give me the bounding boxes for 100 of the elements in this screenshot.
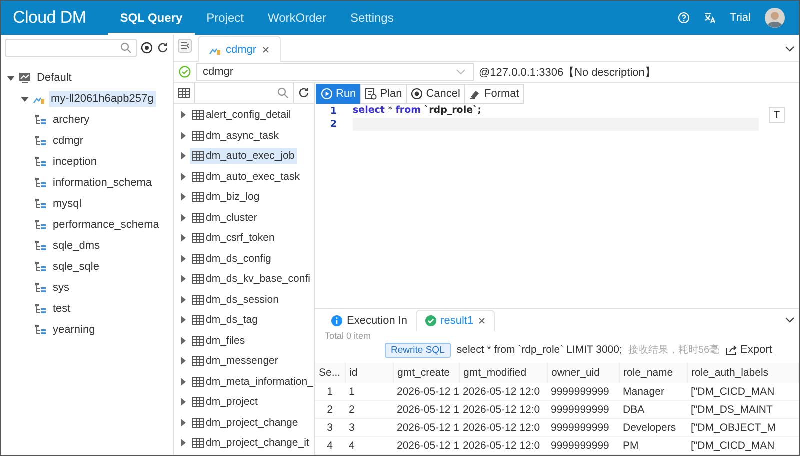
tree-item[interactable]: inception [51, 154, 100, 170]
table-item[interactable]: dm_auto_exec_job [190, 148, 297, 164]
column-header[interactable]: id [345, 363, 393, 383]
caret-right-icon[interactable] [179, 111, 187, 120]
text-button[interactable]: T [769, 107, 785, 123]
table-cell: 2026-05-12 12:0 [459, 400, 547, 418]
collapse-panel-icon[interactable] [178, 39, 192, 53]
tree-item[interactable]: archery [51, 112, 92, 128]
caret-right-icon[interactable] [179, 172, 187, 181]
plan-button[interactable]: Plan [360, 84, 408, 104]
table-item[interactable]: dm_cluster [190, 210, 260, 226]
table-item[interactable]: dm_async_task [190, 128, 281, 144]
caret-down-icon[interactable] [7, 74, 15, 82]
table-cell: 9999999999 [547, 383, 619, 400]
caret-right-icon[interactable] [179, 398, 187, 406]
table-item[interactable]: dm_project_change [190, 414, 300, 431]
table-item[interactable]: alert_config_detail [190, 107, 294, 124]
tree-item[interactable]: cdmgr [51, 132, 86, 148]
table-cell: 2026-05-12 1 [393, 400, 459, 418]
tree-item[interactable]: test [51, 300, 73, 316]
tree-item[interactable]: my-ll2061h6apb257g [49, 90, 156, 106]
table-item[interactable]: dm_biz_log [190, 189, 262, 206]
check-circle-icon [179, 66, 191, 78]
tree-item[interactable]: sqle_dms [51, 238, 102, 254]
table-item[interactable]: dm_ds_session [190, 292, 281, 308]
search-icon [277, 87, 289, 99]
table-icon [192, 314, 204, 326]
connection-address: @127.0.0.1:3306【No description】 [479, 66, 656, 80]
caret-right-icon[interactable] [179, 378, 187, 386]
format-button[interactable]: Format [464, 84, 524, 104]
chevron-down-icon[interactable] [785, 315, 795, 325]
caret-right-icon[interactable] [179, 357, 187, 366]
chevron-down-icon[interactable] [785, 44, 795, 54]
cancel-button[interactable]: Cancel [406, 84, 466, 104]
column-header[interactable]: gmt_modified [459, 363, 547, 383]
table-item[interactable]: dm_csrf_token [190, 230, 277, 246]
rewrite-sql-button[interactable]: Rewrite SQL [385, 342, 451, 358]
help-icon[interactable] [678, 12, 690, 24]
table-cell: 3 [345, 418, 393, 436]
table-item[interactable]: dm_ds_tag [190, 312, 260, 328]
table-item[interactable]: dm_project [190, 394, 260, 410]
translate-icon[interactable] [704, 12, 716, 24]
user-label[interactable]: Trial [730, 12, 751, 24]
search-field[interactable] [5, 39, 137, 57]
caret-down-icon[interactable] [21, 94, 29, 102]
caret-right-icon[interactable] [179, 336, 187, 345]
run-button[interactable]: Run [316, 84, 362, 104]
database-select[interactable]: cdmgr [196, 63, 474, 81]
tree-item[interactable]: yearning [51, 322, 98, 338]
table-item[interactable]: dm_ds_kv_base_confi [190, 271, 312, 288]
caret-right-icon[interactable] [179, 439, 187, 448]
caret-right-icon[interactable] [179, 132, 187, 140]
plan-icon [365, 88, 378, 100]
info-icon [331, 315, 343, 327]
export-button[interactable]: Export [726, 344, 772, 356]
table-item[interactable]: dm_meta_information_ [190, 374, 314, 390]
caret-right-icon[interactable] [179, 296, 187, 304]
column-header[interactable]: owner_uid [547, 363, 619, 383]
tree-item[interactable]: Default [35, 70, 74, 86]
caret-right-icon[interactable] [179, 193, 187, 202]
column-header[interactable]: Se... [315, 363, 345, 383]
caret-right-icon[interactable] [179, 214, 187, 222]
search-field[interactable] [194, 83, 294, 103]
caret-right-icon[interactable] [179, 254, 187, 263]
table-item[interactable]: dm_project_change_it [190, 435, 312, 452]
tree-item[interactable]: information_schema [51, 174, 154, 190]
caret-right-icon[interactable] [179, 152, 187, 160]
schema-icon [35, 156, 47, 168]
nav-tab[interactable]: SQL Query [108, 1, 195, 35]
table-icon [192, 273, 204, 286]
table-cell: 4 [315, 436, 345, 454]
column-header[interactable]: role_name [619, 363, 687, 383]
caret-right-icon[interactable] [179, 275, 187, 284]
avatar-icon[interactable] [765, 8, 785, 28]
table-item[interactable]: dm_messenger [190, 353, 280, 370]
caret-right-icon[interactable] [179, 418, 187, 427]
target-icon[interactable] [141, 42, 153, 54]
table-cell: 1 [315, 383, 345, 400]
refresh-icon[interactable] [298, 87, 310, 99]
close-icon[interactable] [262, 46, 270, 54]
table-item[interactable]: dm_auto_exec_task [190, 168, 302, 185]
table-item[interactable]: dm_files [190, 332, 248, 349]
caret-right-icon[interactable] [179, 234, 187, 242]
caret-right-icon[interactable] [179, 316, 187, 324]
table-cell: ["DM_DS_MAINT [687, 400, 798, 418]
close-icon[interactable] [478, 317, 486, 325]
column-header[interactable]: gmt_create [393, 363, 459, 383]
executed-sql: select * from `rdp_role` LIMIT 3000; [456, 344, 622, 356]
eraser-icon [469, 88, 482, 100]
table-cell: 9999999999 [547, 418, 619, 436]
refresh-icon[interactable] [157, 42, 169, 54]
tree-item[interactable]: mysql [51, 196, 84, 212]
line-number: 2 [329, 119, 338, 130]
tree-item[interactable]: sqle_sqle [51, 258, 102, 274]
table-item[interactable]: dm_ds_config [190, 250, 274, 267]
table-icon [192, 212, 204, 224]
tree-item[interactable]: sys [51, 280, 72, 296]
column-header[interactable]: role_auth_labels [687, 363, 798, 383]
tree-item[interactable]: performance_schema [51, 216, 162, 232]
result-tab[interactable]: Execution In [323, 311, 416, 331]
